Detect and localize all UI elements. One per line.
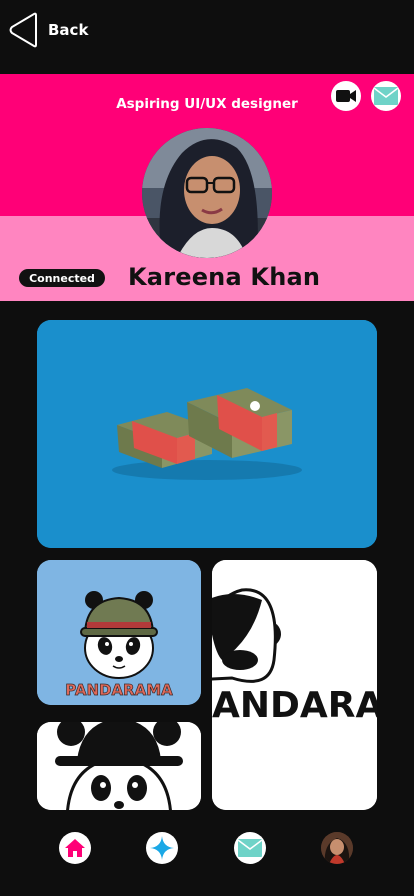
back-label: Back: [48, 21, 89, 39]
connection-status-badge: Connected: [19, 269, 105, 287]
profile-screen: Back Aspiring UI/UX designer Connected K…: [0, 0, 414, 896]
video-camera-icon: [336, 90, 356, 102]
video-call-button[interactable]: [331, 81, 361, 111]
mail-icon: [374, 87, 398, 105]
message-button[interactable]: [371, 81, 401, 111]
bottom-navigation: [0, 828, 414, 868]
nav-messages-button[interactable]: [234, 832, 266, 864]
top-bar: Back: [0, 0, 414, 74]
mail-icon: [238, 839, 262, 857]
gallery-item-packaging[interactable]: [37, 320, 377, 548]
home-icon: [65, 839, 85, 857]
gallery-item-pandarama-logo[interactable]: PANDARAMA: [37, 560, 201, 705]
profile-name: Kareena Khan: [128, 263, 321, 291]
back-arrow-icon: [9, 12, 37, 48]
nav-profile-button[interactable]: [321, 832, 353, 864]
back-button[interactable]: Back: [8, 12, 88, 48]
gallery-item-panda-hat[interactable]: [37, 722, 201, 810]
profile-avatar: [142, 128, 272, 258]
wordmark-text: ANDARAM: [212, 685, 377, 726]
gallery-item-pandarama-wordmark[interactable]: ANDARAM: [212, 560, 377, 810]
explore-star-icon: [150, 836, 174, 860]
nav-home-button[interactable]: [59, 832, 91, 864]
nav-explore-button[interactable]: [146, 832, 178, 864]
pandarama-brand-text: PANDARAMA: [65, 681, 173, 699]
profile-avatar-icon: [321, 832, 353, 864]
